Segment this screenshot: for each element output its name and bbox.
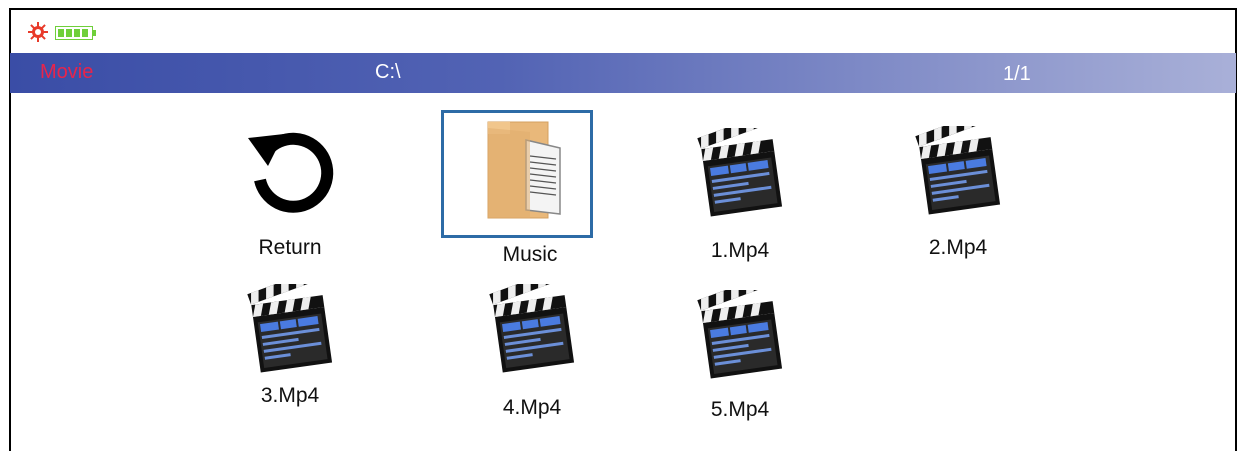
current-path: C:\ xyxy=(375,61,401,83)
video-item-4[interactable]: 4.Mp4 xyxy=(472,284,592,424)
header-bar: Movie C:\ 1/1 xyxy=(10,53,1236,93)
item-label: Music xyxy=(502,243,558,266)
item-label: Return xyxy=(258,236,322,259)
return-icon xyxy=(248,132,334,213)
clapperboard-icon xyxy=(913,126,1003,216)
item-label: 5.Mp4 xyxy=(710,398,770,421)
video-item-5[interactable]: 5.Mp4 xyxy=(680,290,800,430)
mode-title: Movie xyxy=(40,61,94,83)
video-item-2[interactable]: 2.Mp4 xyxy=(898,126,1018,266)
clapperboard-icon xyxy=(695,128,785,218)
battery-icon xyxy=(55,26,96,40)
video-item-3[interactable]: 3.Mp4 xyxy=(230,284,350,419)
clapperboard-icon xyxy=(695,290,785,380)
clapperboard-icon xyxy=(245,284,335,374)
page-indicator: 1/1 xyxy=(1003,63,1031,85)
item-label: 1.Mp4 xyxy=(710,239,770,262)
gear-icon[interactable] xyxy=(28,22,48,42)
status-bar xyxy=(10,10,1230,50)
item-label: 4.Mp4 xyxy=(502,396,562,419)
return-item[interactable]: Return xyxy=(230,120,350,270)
item-label: 2.Mp4 xyxy=(928,236,988,259)
music-folder-item[interactable]: Music xyxy=(460,118,600,273)
clapperboard-icon xyxy=(487,284,577,374)
folder-icon xyxy=(487,121,561,219)
item-label: 3.Mp4 xyxy=(260,384,320,407)
video-item-1[interactable]: 1.Mp4 xyxy=(680,128,800,268)
